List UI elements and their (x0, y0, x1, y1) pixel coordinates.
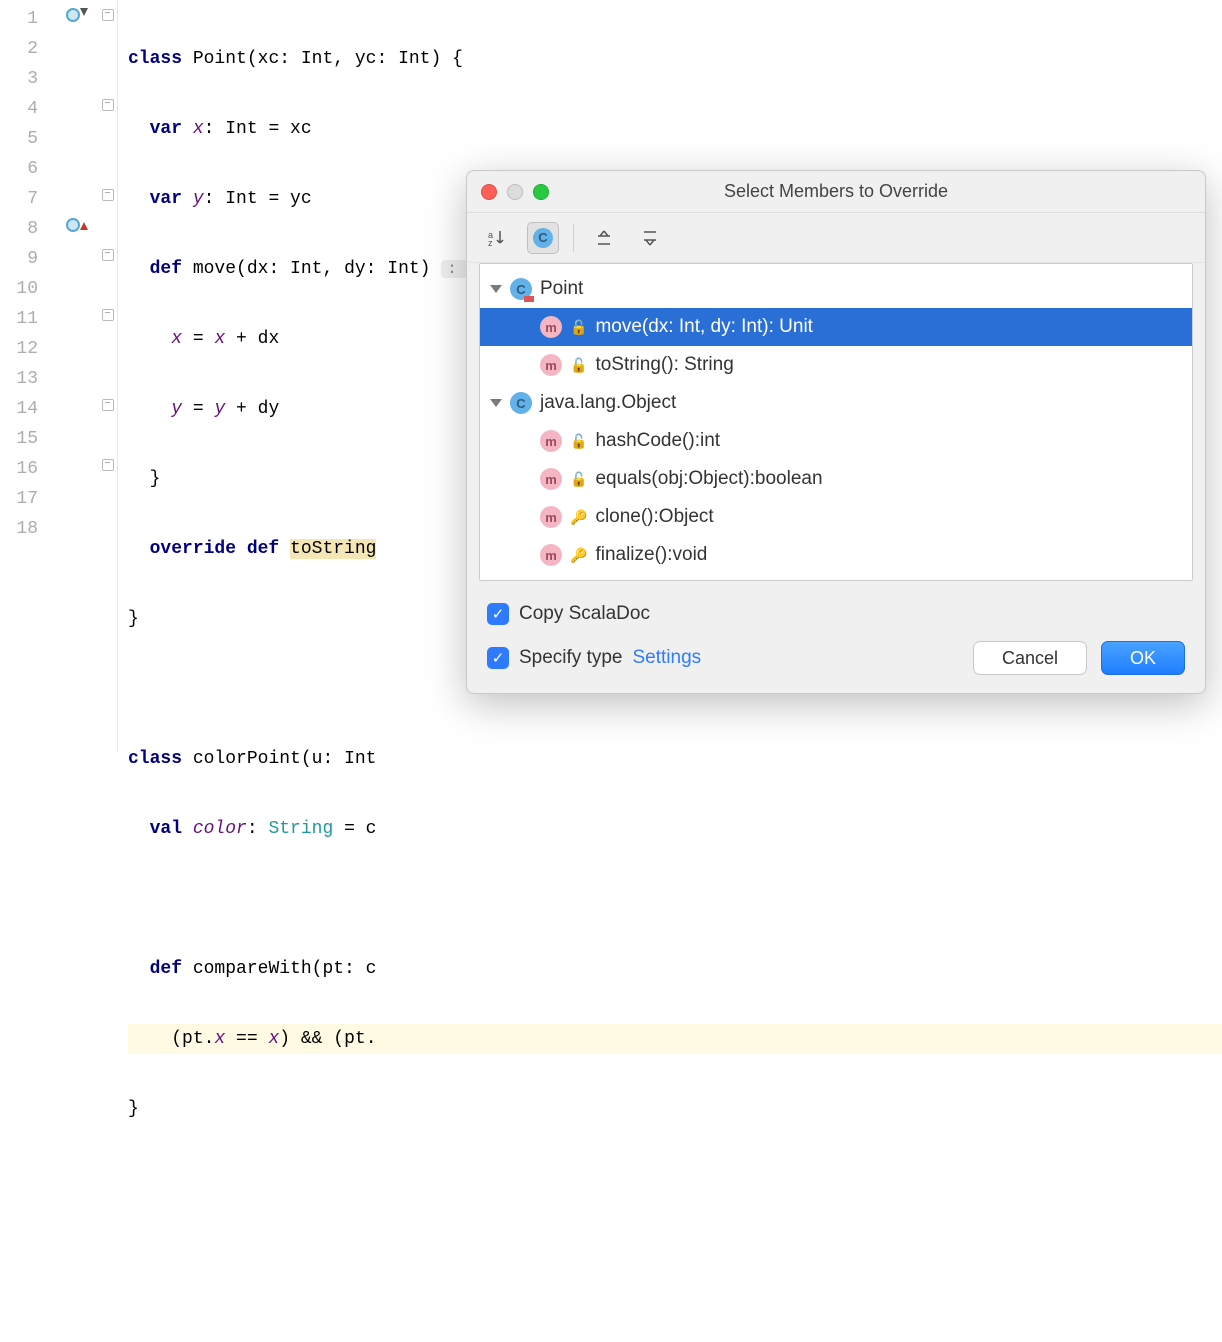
line-number: 18 (0, 514, 48, 544)
fold-end-icon[interactable]: − (102, 249, 114, 261)
fold-end-icon[interactable]: − (102, 189, 114, 201)
lock-open-icon: 🔓 (570, 319, 587, 336)
line-number: 12 (0, 334, 48, 364)
line-number: 17 (0, 484, 48, 514)
tree-class-point[interactable]: Point (480, 270, 1192, 308)
tree-label: move(dx: Int, dy: Int): Unit (595, 316, 813, 338)
line-number: 13 (0, 364, 48, 394)
tree-member-move[interactable]: 🔓 move(dx: Int, dy: Int): Unit (480, 308, 1192, 346)
cancel-button[interactable]: Cancel (973, 641, 1087, 675)
method-icon (540, 316, 562, 338)
line-number-gutter: 1 2 3 4 5 6 7 8 9 10 11 12 13 14 15 16 1… (0, 0, 48, 752)
tree-member-equals[interactable]: 🔓 equals(obj:Object):boolean (480, 460, 1192, 498)
tree-member-hashcode[interactable]: 🔓 hashCode():int (480, 422, 1192, 460)
lock-open-icon: 🔓 (570, 471, 587, 488)
override-down-icon[interactable] (66, 8, 80, 22)
tree-label: toString(): String (595, 354, 733, 376)
dialog-title: Select Members to Override (467, 181, 1205, 202)
override-up-icon[interactable] (66, 218, 80, 232)
dialog-titlebar: Select Members to Override (467, 171, 1205, 213)
specify-type-checkbox[interactable]: ✓ (487, 647, 509, 669)
line-number: 16 (0, 454, 48, 484)
line-number: 14 (0, 394, 48, 424)
lock-open-icon: 🔓 (570, 357, 587, 374)
fold-toggle-icon[interactable]: − (102, 99, 114, 111)
sort-alpha-button[interactable]: az (481, 222, 513, 254)
members-tree[interactable]: Point 🔓 move(dx: Int, dy: Int): Unit 🔓 t… (479, 263, 1193, 581)
copy-scaladoc-checkbox[interactable]: ✓ (487, 603, 509, 625)
key-icon: 🔑 (570, 509, 587, 526)
override-members-dialog: Select Members to Override az Point 🔓 mo… (466, 170, 1206, 694)
lock-open-icon: 🔓 (570, 433, 587, 450)
filter-class-button[interactable] (527, 222, 559, 254)
line-number: 4 (0, 94, 48, 124)
tree-member-clone[interactable]: 🔑 clone():Object (480, 498, 1192, 536)
line-number: 2 (0, 34, 48, 64)
tree-label: equals(obj:Object):boolean (595, 468, 822, 490)
dialog-options: ✓ Copy ScalaDoc ✓ Specify type Settings … (467, 593, 1205, 693)
method-icon (540, 506, 562, 528)
line-number: 3 (0, 64, 48, 94)
svg-text:z: z (488, 238, 493, 247)
fold-toggle-icon[interactable]: − (102, 399, 114, 411)
chevron-down-icon[interactable] (490, 285, 502, 293)
line-number: 5 (0, 124, 48, 154)
fold-toggle-icon[interactable]: − (102, 309, 114, 321)
fold-toggle-icon[interactable]: − (102, 9, 114, 21)
line-number: 1 (0, 4, 48, 34)
class-icon (533, 228, 553, 248)
method-icon (540, 354, 562, 376)
ok-button[interactable]: OK (1101, 641, 1185, 675)
line-number: 11 (0, 304, 48, 334)
method-icon (540, 468, 562, 490)
collapse-all-button[interactable] (634, 222, 666, 254)
tree-label: Point (540, 278, 583, 300)
specify-type-label: Specify type (519, 647, 623, 669)
fold-gutter: − − − − − − − (98, 0, 118, 752)
tree-member-tostring[interactable]: 🔓 toString(): String (480, 346, 1192, 384)
chevron-down-icon[interactable] (490, 399, 502, 407)
settings-link[interactable]: Settings (633, 647, 702, 669)
method-icon (540, 544, 562, 566)
tree-label: hashCode():int (595, 430, 720, 452)
tree-label: java.lang.Object (540, 392, 676, 414)
fold-end-icon[interactable]: − (102, 459, 114, 471)
class-icon (510, 392, 532, 414)
line-number: 15 (0, 424, 48, 454)
dialog-toolbar: az (467, 213, 1205, 263)
line-number: 9 (0, 244, 48, 274)
line-number: 7 (0, 184, 48, 214)
line-number: 6 (0, 154, 48, 184)
tree-label: finalize():void (595, 544, 707, 566)
tree-class-object[interactable]: java.lang.Object (480, 384, 1192, 422)
expand-all-button[interactable] (588, 222, 620, 254)
copy-scaladoc-label: Copy ScalaDoc (519, 603, 650, 625)
marker-gutter (48, 0, 98, 752)
tree-label: clone():Object (595, 506, 713, 528)
method-icon (540, 430, 562, 452)
line-number: 8 (0, 214, 48, 244)
tree-member-finalize[interactable]: 🔑 finalize():void (480, 536, 1192, 574)
key-icon: 🔑 (570, 547, 587, 564)
line-number: 10 (0, 274, 48, 304)
